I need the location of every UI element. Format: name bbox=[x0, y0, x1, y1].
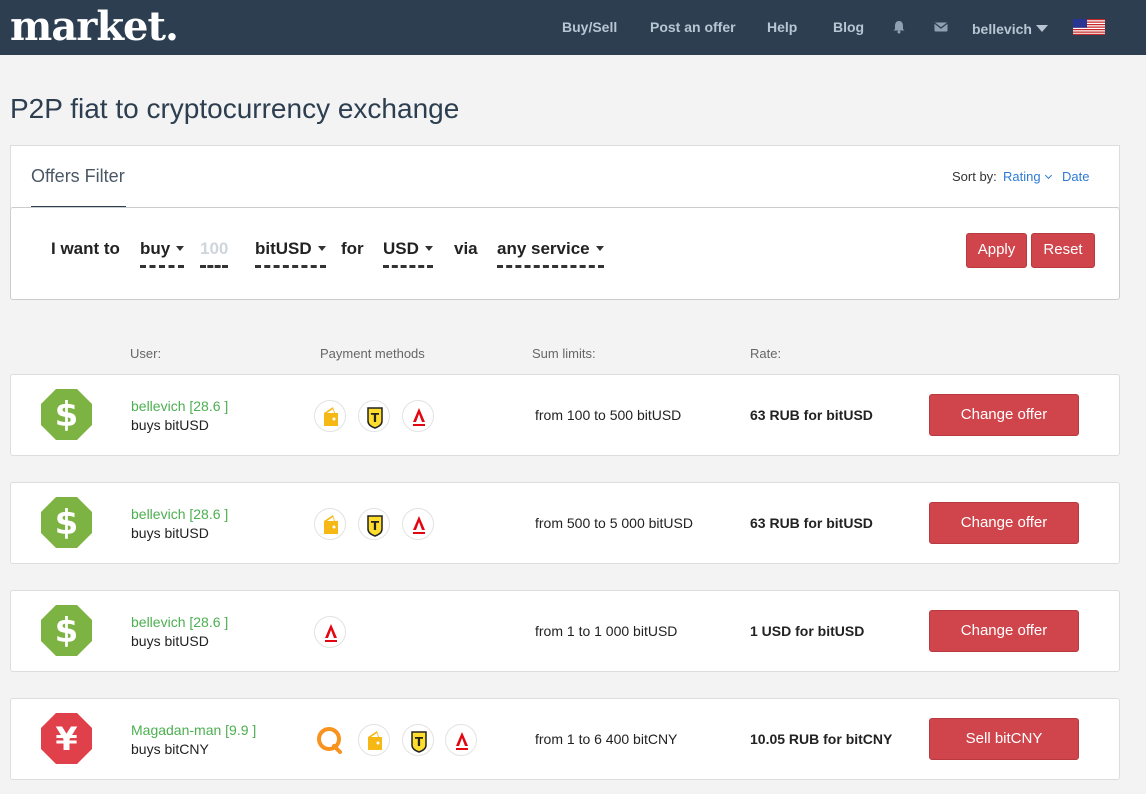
change-offer-button[interactable]: Change offer bbox=[929, 610, 1079, 652]
offers-filter-form: I want to buy 100 bitUSD for USD via any… bbox=[10, 207, 1120, 300]
fiat-value: USD bbox=[383, 239, 419, 258]
top-navbar: market. Buy/Sell Post an offer Help Blog… bbox=[0, 0, 1146, 55]
yandex-money-icon bbox=[314, 508, 346, 540]
column-header-payment: Payment methods bbox=[320, 346, 425, 361]
alfa-bank-icon bbox=[402, 508, 434, 540]
service-dropdown[interactable]: any service bbox=[497, 239, 604, 268]
offer-sum-limits: from 1 to 1 000 bitUSD bbox=[535, 623, 678, 639]
offer-action: buys bitUSD bbox=[131, 525, 209, 541]
dollar-octagon-icon: $ bbox=[41, 497, 92, 548]
action-dropdown[interactable]: buy bbox=[140, 239, 185, 268]
yen-octagon-icon: ¥ bbox=[41, 713, 92, 764]
user-menu[interactable]: bellevich bbox=[972, 21, 1048, 37]
alfa-bank-icon bbox=[314, 616, 346, 648]
offer-user-link[interactable]: Magadan-man [9.9 ] bbox=[131, 722, 256, 738]
caret-down-icon bbox=[424, 246, 433, 251]
caret-down-icon bbox=[595, 246, 604, 251]
tinkoff-icon: T bbox=[402, 724, 434, 756]
svg-text:$: $ bbox=[55, 611, 79, 651]
dollar-octagon-icon: $ bbox=[41, 605, 92, 656]
apply-button[interactable]: Apply bbox=[966, 233, 1027, 268]
offers-filter-header: Offers Filter Sort by: Rating Date bbox=[10, 145, 1120, 208]
yandex-money-icon bbox=[358, 724, 390, 756]
nav-post-offer[interactable]: Post an offer bbox=[650, 19, 736, 35]
offer-row: $ bellevich [28.6 ] buys bitUSD from 1 t… bbox=[10, 590, 1120, 672]
svg-text:$: $ bbox=[55, 395, 79, 435]
site-logo[interactable]: market. bbox=[10, 2, 179, 52]
offer-sum-limits: from 500 to 5 000 bitUSD bbox=[535, 515, 693, 531]
column-header-rate: Rate: bbox=[750, 346, 782, 361]
user-menu-name: bellevich bbox=[972, 21, 1032, 37]
sort-by-date[interactable]: Date bbox=[1062, 169, 1089, 185]
via-label: via bbox=[454, 239, 478, 258]
yandex-money-icon bbox=[314, 400, 346, 432]
page-title: P2P fiat to cryptocurrency exchange bbox=[10, 93, 460, 124]
tinkoff-icon: T bbox=[358, 400, 390, 432]
offer-sum-limits: from 100 to 500 bitUSD bbox=[535, 407, 682, 423]
offer-sum-limits: from 1 to 6 400 bitCNY bbox=[535, 731, 678, 747]
alfa-bank-icon bbox=[445, 724, 477, 756]
offer-action: buys bitCNY bbox=[131, 741, 209, 757]
caret-down-icon bbox=[176, 246, 185, 251]
svg-text:$: $ bbox=[55, 503, 79, 543]
currency-dropdown[interactable]: bitUSD bbox=[255, 239, 326, 268]
offer-user-link[interactable]: bellevich [28.6 ] bbox=[131, 398, 228, 414]
currency-value: bitUSD bbox=[255, 239, 312, 258]
offers-filter-tab[interactable]: Offers Filter bbox=[31, 166, 125, 186]
i-want-to-label: I want to bbox=[51, 239, 120, 258]
offer-rate: 1 USD for bitUSD bbox=[750, 623, 865, 639]
nav-blog[interactable]: Blog bbox=[833, 19, 864, 35]
offer-row: $ bellevich [28.6 ] buys bitUSD T from 1… bbox=[10, 374, 1120, 456]
nav-help[interactable]: Help bbox=[767, 19, 797, 35]
action-value: buy bbox=[140, 239, 171, 258]
sort-rating-label: Rating bbox=[1003, 169, 1041, 184]
for-label: for bbox=[341, 239, 364, 258]
caret-down-icon bbox=[1035, 25, 1048, 32]
dollar-octagon-icon: $ bbox=[41, 389, 92, 440]
alfa-bank-icon bbox=[402, 400, 434, 432]
service-value: any service bbox=[497, 239, 590, 258]
envelope-icon[interactable] bbox=[933, 19, 949, 35]
offer-user-link[interactable]: bellevich [28.6 ] bbox=[131, 506, 228, 522]
offer-row: $ bellevich [28.6 ] buys bitUSD T from 5… bbox=[10, 482, 1120, 564]
column-header-user: User: bbox=[130, 346, 162, 361]
offer-rate: 63 RUB for bitUSD bbox=[750, 515, 873, 531]
change-offer-button[interactable]: Change offer bbox=[929, 502, 1079, 544]
offer-row: ¥ Magadan-man [9.9 ] buys bitCNY T from … bbox=[10, 698, 1120, 780]
svg-text:T: T bbox=[415, 735, 424, 749]
caret-down-icon bbox=[317, 246, 326, 251]
sort-by-rating[interactable]: Rating bbox=[1003, 169, 1052, 185]
offer-rate: 10.05 RUB for bitCNY bbox=[750, 731, 893, 747]
qiwi-icon bbox=[314, 724, 346, 756]
nav-buy-sell[interactable]: Buy/Sell bbox=[562, 19, 617, 35]
sell-button[interactable]: Sell bitCNY bbox=[929, 718, 1079, 760]
tinkoff-icon: T bbox=[358, 508, 390, 540]
fiat-dropdown[interactable]: USD bbox=[383, 239, 433, 268]
offer-action: buys bitUSD bbox=[131, 633, 209, 649]
us-flag-icon[interactable] bbox=[1073, 19, 1105, 35]
bell-icon[interactable] bbox=[891, 19, 907, 35]
svg-text:T: T bbox=[371, 411, 380, 425]
reset-button[interactable]: Reset bbox=[1031, 233, 1095, 268]
svg-text:T: T bbox=[371, 519, 380, 533]
sort-label: Sort by: bbox=[952, 169, 997, 184]
chevron-down-icon bbox=[1044, 171, 1052, 180]
amount-input[interactable]: 100 bbox=[200, 239, 229, 268]
offer-rate: 63 RUB for bitUSD bbox=[750, 407, 873, 423]
svg-text:¥: ¥ bbox=[55, 720, 77, 758]
change-offer-button[interactable]: Change offer bbox=[929, 394, 1079, 436]
column-header-limits: Sum limits: bbox=[532, 346, 596, 361]
offer-user-link[interactable]: bellevich [28.6 ] bbox=[131, 614, 228, 630]
offer-action: buys bitUSD bbox=[131, 417, 209, 433]
